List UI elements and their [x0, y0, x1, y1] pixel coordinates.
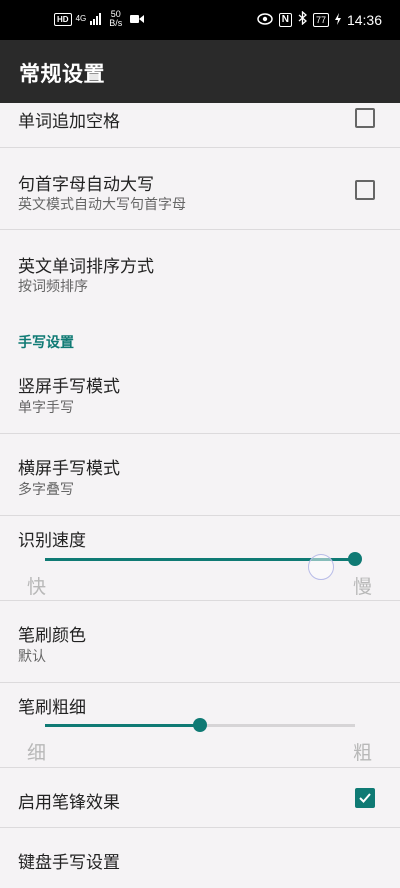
setting-landscape-handwriting[interactable]: 横屏手写模式 多字叠写 [0, 434, 400, 516]
setting-english-sort[interactable]: 英文单词排序方式 按词频排序 [0, 230, 400, 311]
signal-icon [90, 13, 102, 25]
brush-tip-checkbox[interactable] [355, 788, 375, 808]
network-type: 4G [75, 14, 87, 23]
append-space-checkbox[interactable] [355, 108, 375, 128]
setting-auto-capitalize-subtitle: 英文模式自动大写句首字母 [18, 197, 186, 213]
app-bar: 常规设置 [0, 40, 400, 103]
status-bar-left: HD 4G 50 B/s [54, 10, 145, 28]
setting-append-space-title: 单词追加空格 [18, 112, 120, 132]
setting-keyboard-handwriting[interactable]: 键盘手写设置 [0, 828, 400, 888]
video-camera-icon [130, 14, 145, 24]
bluetooth-icon [298, 10, 307, 28]
setting-english-sort-subtitle: 按词频排序 [18, 279, 88, 295]
hd-indicator: HD [54, 12, 72, 26]
recognition-speed-press-ripple [308, 554, 334, 580]
setting-landscape-handwriting-subtitle: 多字叠写 [18, 482, 74, 498]
status-bar-right: N 77 14:36 [256, 10, 382, 28]
stroke-width-min-label: 细 [27, 742, 47, 764]
setting-landscape-handwriting-title: 横屏手写模式 [18, 459, 120, 479]
recognition-speed-thumb[interactable] [348, 552, 362, 566]
nfc-icon: N [278, 12, 292, 27]
clock: 14:36 [346, 11, 382, 28]
stroke-width-thumb[interactable] [193, 718, 207, 732]
setting-brush-tip-title: 启用笔锋效果 [18, 793, 120, 813]
setting-recognition-speed: 识别速度 快 慢 [0, 516, 400, 601]
setting-stroke-color-subtitle: 默认 [18, 649, 46, 665]
setting-english-sort-title: 英文单词排序方式 [18, 257, 154, 277]
setting-stroke-width: 笔刷粗细 细 粗 [0, 683, 400, 768]
setting-portrait-handwriting-title: 竖屏手写模式 [18, 377, 120, 397]
stroke-width-fill [45, 724, 200, 727]
status-bar: HD 4G 50 B/s N 77 14:36 [0, 0, 400, 40]
recognition-speed-min-label: 快 [27, 576, 47, 598]
network-speed: 50 B/s [109, 10, 122, 28]
recognition-speed-max-label: 慢 [353, 576, 373, 598]
setting-auto-capitalize[interactable]: 句首字母自动大写 英文模式自动大写句首字母 [0, 148, 400, 230]
speed-unit: B/s [109, 18, 123, 28]
eye-icon [256, 12, 273, 28]
setting-auto-capitalize-title: 句首字母自动大写 [18, 175, 154, 195]
setting-stroke-width-title: 笔刷粗细 [18, 698, 86, 718]
charging-icon [334, 12, 341, 28]
section-header-handwriting: 手写设置 [18, 335, 74, 351]
checkmark-icon [359, 793, 371, 803]
setting-stroke-color-title: 笔刷颜色 [18, 626, 86, 646]
setting-brush-tip[interactable]: 启用笔锋效果 [0, 768, 400, 828]
auto-capitalize-checkbox[interactable] [355, 180, 375, 200]
setting-recognition-speed-title: 识别速度 [18, 531, 86, 551]
stroke-width-max-label: 粗 [353, 742, 373, 764]
page-title: 常规设置 [19, 62, 105, 86]
setting-stroke-color[interactable]: 笔刷颜色 默认 [0, 601, 400, 683]
setting-keyboard-handwriting-title: 键盘手写设置 [18, 853, 120, 873]
setting-append-space[interactable]: 单词追加空格 [0, 103, 400, 148]
setting-portrait-handwriting[interactable]: 竖屏手写模式 单字手写 [0, 352, 400, 434]
battery-icon: 77 [312, 12, 329, 27]
setting-portrait-handwriting-subtitle: 单字手写 [18, 400, 74, 416]
